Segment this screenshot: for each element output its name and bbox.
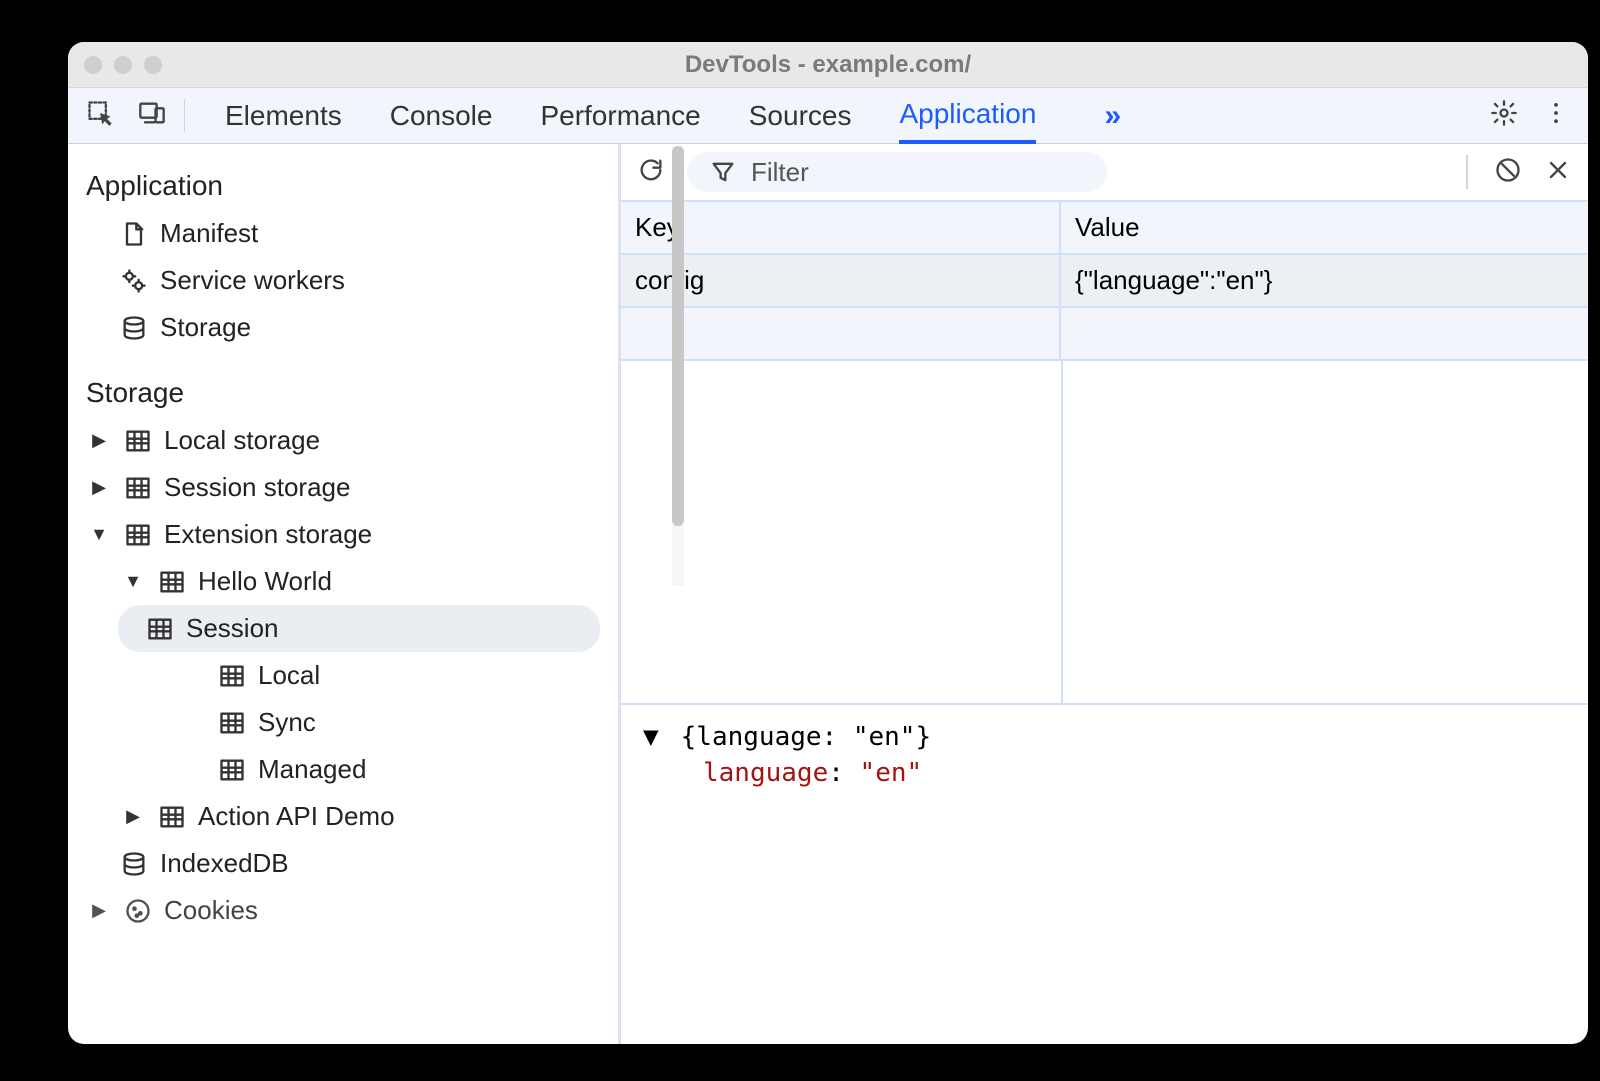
gears-icon [120,267,148,295]
sidebar-item-label: Local [258,660,320,691]
table-icon [218,662,246,690]
inspect-element-icon[interactable] [86,99,114,132]
sidebar-item-extension-storage[interactable]: ▼ Extension storage [68,511,618,558]
sidebar-item-sync[interactable]: Sync [68,699,618,746]
table-icon [124,427,152,455]
window-titlebar: DevTools - example.com/ [68,42,1588,88]
table-body-spacer [621,361,1588,703]
section-application-title: Application [68,162,618,210]
sidebar-item-label: Manifest [160,218,258,249]
filter-placeholder: Filter [751,157,809,188]
table-icon [218,756,246,784]
tab-performance[interactable]: Performance [540,90,700,142]
tabs-overflow-icon[interactable]: » [1104,99,1121,133]
chevron-right-icon: ▶ [86,900,112,921]
sidebar-item-session-storage[interactable]: ▶ Session storage [68,464,618,511]
document-icon [120,220,148,248]
sidebar-item-cookies[interactable]: ▶ Cookies [68,887,618,934]
value-viewer: ▼ {language: "en"} language: "en" [621,705,1588,806]
cookie-icon [124,897,152,925]
sidebar-item-manifest[interactable]: Manifest [68,210,618,257]
window-title: DevTools - example.com/ [68,51,1588,79]
sidebar-item-label: Session [186,613,279,644]
table-icon [124,474,152,502]
viewer-key: language [703,758,828,788]
tab-console[interactable]: Console [390,90,493,142]
more-icon[interactable] [1542,99,1570,132]
filter-input[interactable]: Filter [687,152,1107,192]
viewer-summary[interactable]: {language: "en"} [681,722,931,752]
chevron-right-icon: ▶ [86,477,112,498]
clear-all-icon[interactable] [1494,156,1522,189]
settings-icon[interactable] [1490,99,1518,132]
delete-selected-icon[interactable] [1544,156,1572,189]
sidebar-scrollbar[interactable] [672,146,684,586]
sidebar-item-label: Cookies [164,895,258,926]
chevron-down-icon: ▼ [86,524,112,545]
cell-key [621,308,1061,359]
scrollbar-thumb[interactable] [672,146,684,526]
table-row[interactable]: config {"language":"en"} [621,255,1588,308]
database-icon [120,850,148,878]
table-row-empty[interactable] [621,308,1588,361]
tab-sources[interactable]: Sources [749,90,852,142]
chevron-right-icon: ▶ [86,430,112,451]
sidebar-item-label: Managed [258,754,366,785]
table-icon [218,709,246,737]
header-key[interactable]: Key [621,202,1061,253]
sidebar-item-label: Session storage [164,472,350,503]
viewer-value: "en" [860,758,923,788]
sidebar-item-label: Extension storage [164,519,372,550]
tab-elements[interactable]: Elements [225,90,342,142]
storage-toolbar: Filter [621,144,1588,202]
devtools-tabstrip: Elements Console Performance Sources App… [68,88,1588,144]
sidebar-item-label: Hello World [198,566,332,597]
storage-pane: Filter Key Value con [621,144,1588,1044]
sidebar-item-label: Local storage [164,425,320,456]
storage-table: Key Value config {"language":"en"} [621,202,1588,705]
toolbar-separator [1466,155,1468,189]
database-icon [120,314,148,342]
filter-icon [709,158,737,186]
chevron-down-icon: ▼ [120,571,146,592]
table-icon [124,521,152,549]
sidebar-item-local-storage[interactable]: ▶ Local storage [68,417,618,464]
table-icon [146,615,174,643]
table-header: Key Value [621,202,1588,255]
sidebar-item-service-workers[interactable]: Service workers [68,257,618,304]
sidebar: Application Manifest Service workers Sto… [68,144,618,1044]
table-icon [158,803,186,831]
sidebar-item-label: Service workers [160,265,345,296]
tab-application[interactable]: Application [899,88,1036,144]
chevron-right-icon: ▶ [120,806,146,827]
device-toolbar-icon[interactable] [138,99,166,132]
sidebar-item-hello-world[interactable]: ▼ Hello World [68,558,618,605]
sidebar-item-label: Sync [258,707,316,738]
sidebar-item-storage[interactable]: Storage [68,304,618,351]
sidebar-item-action-api-demo[interactable]: ▶ Action API Demo [68,793,618,840]
sidebar-item-session[interactable]: Session [118,605,600,652]
sidebar-item-label: Action API Demo [198,801,395,832]
table-icon [158,568,186,596]
cell-value: {"language":"en"} [1061,255,1588,306]
refresh-icon[interactable] [637,156,665,189]
cell-value [1061,308,1588,359]
sidebar-item-local[interactable]: Local [68,652,618,699]
sidebar-item-label: IndexedDB [160,848,289,879]
sidebar-item-label: Storage [160,312,251,343]
sidebar-item-managed[interactable]: Managed [68,746,618,793]
chevron-down-icon[interactable]: ▼ [643,719,665,755]
header-value[interactable]: Value [1061,202,1588,253]
section-storage-title: Storage [68,369,618,417]
cell-key: config [621,255,1061,306]
sidebar-item-indexeddb[interactable]: IndexedDB [68,840,618,887]
